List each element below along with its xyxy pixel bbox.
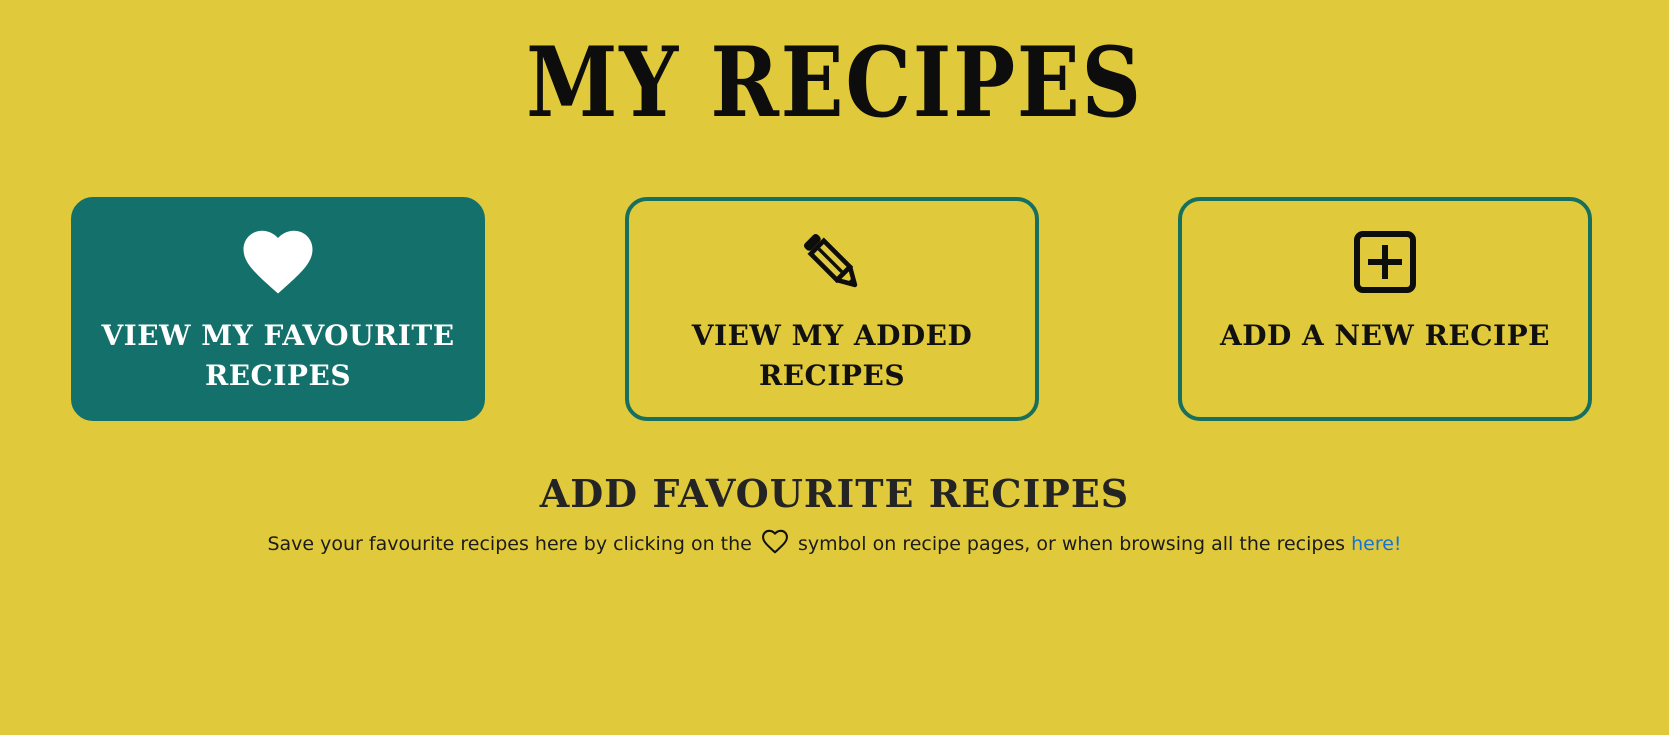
heart-outline-icon bbox=[761, 529, 789, 564]
info-text-before: Save your favourite recipes here by clic… bbox=[267, 533, 752, 555]
browse-recipes-link[interactable]: here! bbox=[1351, 533, 1401, 555]
view-added-recipes-button[interactable]: VIEW MY ADDED RECIPES bbox=[625, 197, 1039, 421]
add-new-recipe-button[interactable]: ADD A NEW RECIPE bbox=[1178, 197, 1592, 421]
view-favourite-recipes-button[interactable]: VIEW MY FAVOURITE RECIPES bbox=[71, 197, 485, 421]
page-title: MY RECIPES bbox=[526, 26, 1143, 139]
plus-square-icon bbox=[1182, 227, 1588, 297]
heart-icon bbox=[75, 227, 481, 297]
info-text-after: symbol on recipe pages, or when browsing… bbox=[797, 533, 1346, 555]
info-text: Save your favourite recipes here by clic… bbox=[0, 528, 1669, 564]
pencil-icon bbox=[629, 227, 1035, 297]
section-heading: ADD FAVOURITE RECIPES bbox=[539, 471, 1130, 516]
card-label: VIEW MY FAVOURITE RECIPES bbox=[101, 319, 455, 392]
card-label: ADD A NEW RECIPE bbox=[1219, 319, 1551, 352]
card-label: VIEW MY ADDED RECIPES bbox=[691, 319, 973, 392]
